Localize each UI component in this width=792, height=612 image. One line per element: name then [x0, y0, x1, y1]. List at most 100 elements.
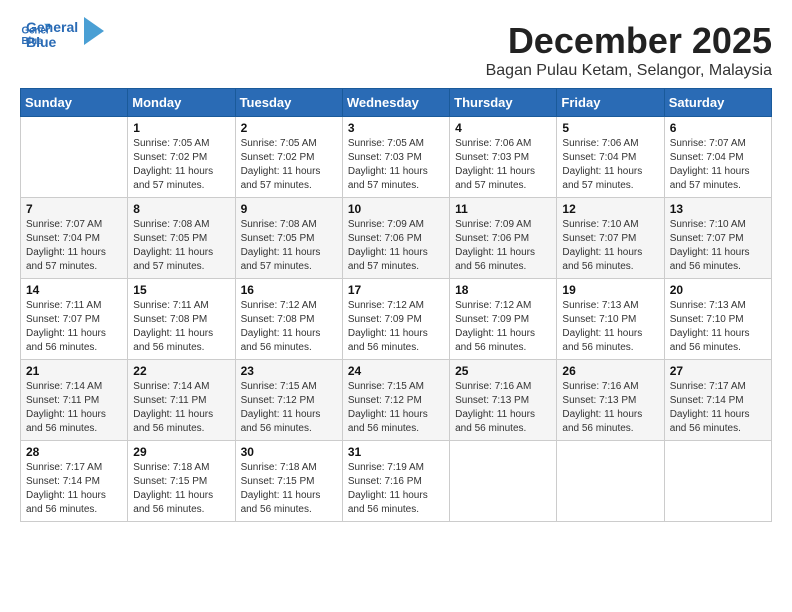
day-number: 29	[133, 445, 229, 459]
day-info: Sunrise: 7:13 AM Sunset: 7:10 PM Dayligh…	[670, 299, 766, 355]
subtitle: Bagan Pulau Ketam, Selangor, Malaysia	[486, 62, 772, 80]
calendar-cell: 6 Sunrise: 7:07 AM Sunset: 7:04 PM Daylig…	[664, 117, 771, 198]
day-number: 31	[348, 445, 444, 459]
day-number: 1	[133, 121, 229, 135]
day-info: Sunrise: 7:19 AM Sunset: 7:16 PM Dayligh…	[348, 461, 444, 517]
calendar-cell: 15 Sunrise: 7:11 AM Sunset: 7:08 PM Dayli…	[128, 279, 235, 360]
calendar-cell: 8 Sunrise: 7:08 AM Sunset: 7:05 PM Daylig…	[128, 198, 235, 279]
calendar-cell	[664, 441, 771, 522]
logo-arrow-icon	[84, 17, 104, 45]
calendar-cell: 9 Sunrise: 7:08 AM Sunset: 7:05 PM Daylig…	[235, 198, 342, 279]
calendar-cell: 30 Sunrise: 7:18 AM Sunset: 7:15 PM Dayli…	[235, 441, 342, 522]
calendar-header-row: SundayMondayTuesdayWednesdayThursdayFrid…	[21, 89, 772, 117]
day-info: Sunrise: 7:18 AM Sunset: 7:15 PM Dayligh…	[133, 461, 229, 517]
day-info: Sunrise: 7:16 AM Sunset: 7:13 PM Dayligh…	[455, 380, 551, 436]
day-info: Sunrise: 7:11 AM Sunset: 7:08 PM Dayligh…	[133, 299, 229, 355]
day-info: Sunrise: 7:15 AM Sunset: 7:12 PM Dayligh…	[241, 380, 337, 436]
day-number: 2	[241, 121, 337, 135]
day-number: 4	[455, 121, 551, 135]
day-info: Sunrise: 7:06 AM Sunset: 7:04 PM Dayligh…	[562, 137, 658, 193]
day-info: Sunrise: 7:14 AM Sunset: 7:11 PM Dayligh…	[26, 380, 122, 436]
main-title: December 2025	[486, 20, 772, 62]
calendar-cell: 19Sunrise: 7:13 AM Sunset: 7:10 PM Dayli…	[557, 279, 664, 360]
calendar-cell: 10 Sunrise: 7:09 AM Sunset: 7:06 PM Dayli…	[342, 198, 449, 279]
logo-blue: Blue	[26, 35, 78, 50]
calendar-cell: 14 Sunrise: 7:11 AM Sunset: 7:07 PM Dayli…	[21, 279, 128, 360]
day-number: 13	[670, 202, 766, 216]
day-number: 20	[670, 283, 766, 297]
day-number: 22	[133, 364, 229, 378]
day-number: 12	[562, 202, 658, 216]
day-info: Sunrise: 7:12 AM Sunset: 7:09 PM Dayligh…	[455, 299, 551, 355]
day-number: 9	[241, 202, 337, 216]
calendar-cell	[557, 441, 664, 522]
day-number: 19	[562, 283, 658, 297]
day-number: 14	[26, 283, 122, 297]
calendar-cell: 27 Sunrise: 7:17 AM Sunset: 7:14 PM Dayli…	[664, 360, 771, 441]
day-number: 26	[562, 364, 658, 378]
day-info: Sunrise: 7:09 AM Sunset: 7:06 PM Dayligh…	[455, 218, 551, 274]
day-number: 30	[241, 445, 337, 459]
weekday-header-wednesday: Wednesday	[342, 89, 449, 117]
calendar-cell: 11 Sunrise: 7:09 AM Sunset: 7:06 PM Dayli…	[450, 198, 557, 279]
calendar-cell: 26 Sunrise: 7:16 AM Sunset: 7:13 PM Dayli…	[557, 360, 664, 441]
weekday-header-tuesday: Tuesday	[235, 89, 342, 117]
calendar-cell: 5 Sunrise: 7:06 AM Sunset: 7:04 PM Daylig…	[557, 117, 664, 198]
calendar-week-5: 28 Sunrise: 7:17 AM Sunset: 7:14 PM Dayli…	[21, 441, 772, 522]
day-info: Sunrise: 7:11 AM Sunset: 7:07 PM Dayligh…	[26, 299, 122, 355]
day-number: 10	[348, 202, 444, 216]
day-number: 16	[241, 283, 337, 297]
day-info: Sunrise: 7:17 AM Sunset: 7:14 PM Dayligh…	[26, 461, 122, 517]
day-info: Sunrise: 7:17 AM Sunset: 7:14 PM Dayligh…	[670, 380, 766, 436]
day-number: 25	[455, 364, 551, 378]
day-number: 7	[26, 202, 122, 216]
calendar-cell: 31 Sunrise: 7:19 AM Sunset: 7:16 PM Dayli…	[342, 441, 449, 522]
day-info: Sunrise: 7:14 AM Sunset: 7:11 PM Dayligh…	[133, 380, 229, 436]
title-area: December 2025 Bagan Pulau Ketam, Selango…	[486, 20, 772, 80]
day-number: 28	[26, 445, 122, 459]
day-number: 8	[133, 202, 229, 216]
day-number: 5	[562, 121, 658, 135]
calendar-cell: 3Sunrise: 7:05 AM Sunset: 7:03 PM Daylig…	[342, 117, 449, 198]
calendar-week-1: 1 Sunrise: 7:05 AM Sunset: 7:02 PM Daylig…	[21, 117, 772, 198]
day-info: Sunrise: 7:15 AM Sunset: 7:12 PM Dayligh…	[348, 380, 444, 436]
day-info: Sunrise: 7:05 AM Sunset: 7:02 PM Dayligh…	[133, 137, 229, 193]
day-info: Sunrise: 7:16 AM Sunset: 7:13 PM Dayligh…	[562, 380, 658, 436]
weekday-header-friday: Friday	[557, 89, 664, 117]
day-info: Sunrise: 7:07 AM Sunset: 7:04 PM Dayligh…	[26, 218, 122, 274]
calendar-cell: 7 Sunrise: 7:07 AM Sunset: 7:04 PM Daylig…	[21, 198, 128, 279]
calendar-cell: 17Sunrise: 7:12 AM Sunset: 7:09 PM Dayli…	[342, 279, 449, 360]
day-number: 18	[455, 283, 551, 297]
day-number: 24	[348, 364, 444, 378]
calendar-cell	[450, 441, 557, 522]
day-number: 3	[348, 121, 444, 135]
day-info: Sunrise: 7:10 AM Sunset: 7:07 PM Dayligh…	[562, 218, 658, 274]
calendar-table: SundayMondayTuesdayWednesdayThursdayFrid…	[20, 88, 772, 522]
calendar-week-3: 14 Sunrise: 7:11 AM Sunset: 7:07 PM Dayli…	[21, 279, 772, 360]
day-number: 15	[133, 283, 229, 297]
calendar-cell: 22 Sunrise: 7:14 AM Sunset: 7:11 PM Dayli…	[128, 360, 235, 441]
logo: General Blue General Blue	[20, 20, 104, 51]
day-info: Sunrise: 7:08 AM Sunset: 7:05 PM Dayligh…	[241, 218, 337, 274]
calendar-cell: 1 Sunrise: 7:05 AM Sunset: 7:02 PM Daylig…	[128, 117, 235, 198]
calendar-week-4: 21 Sunrise: 7:14 AM Sunset: 7:11 PM Dayli…	[21, 360, 772, 441]
day-number: 23	[241, 364, 337, 378]
calendar-cell: 24 Sunrise: 7:15 AM Sunset: 7:12 PM Dayli…	[342, 360, 449, 441]
calendar-cell: 13Sunrise: 7:10 AM Sunset: 7:07 PM Dayli…	[664, 198, 771, 279]
day-info: Sunrise: 7:08 AM Sunset: 7:05 PM Dayligh…	[133, 218, 229, 274]
day-number: 21	[26, 364, 122, 378]
day-info: Sunrise: 7:07 AM Sunset: 7:04 PM Dayligh…	[670, 137, 766, 193]
day-info: Sunrise: 7:12 AM Sunset: 7:08 PM Dayligh…	[241, 299, 337, 355]
calendar-cell: 23 Sunrise: 7:15 AM Sunset: 7:12 PM Dayli…	[235, 360, 342, 441]
day-number: 11	[455, 202, 551, 216]
calendar-cell: 16 Sunrise: 7:12 AM Sunset: 7:08 PM Dayli…	[235, 279, 342, 360]
day-number: 6	[670, 121, 766, 135]
day-number: 17	[348, 283, 444, 297]
calendar-cell: 2Sunrise: 7:05 AM Sunset: 7:02 PM Daylig…	[235, 117, 342, 198]
page-container: General Blue General Blue December 2025 …	[20, 20, 772, 522]
day-info: Sunrise: 7:06 AM Sunset: 7:03 PM Dayligh…	[455, 137, 551, 193]
day-info: Sunrise: 7:18 AM Sunset: 7:15 PM Dayligh…	[241, 461, 337, 517]
day-number: 27	[670, 364, 766, 378]
weekday-header-monday: Monday	[128, 89, 235, 117]
day-info: Sunrise: 7:09 AM Sunset: 7:06 PM Dayligh…	[348, 218, 444, 274]
